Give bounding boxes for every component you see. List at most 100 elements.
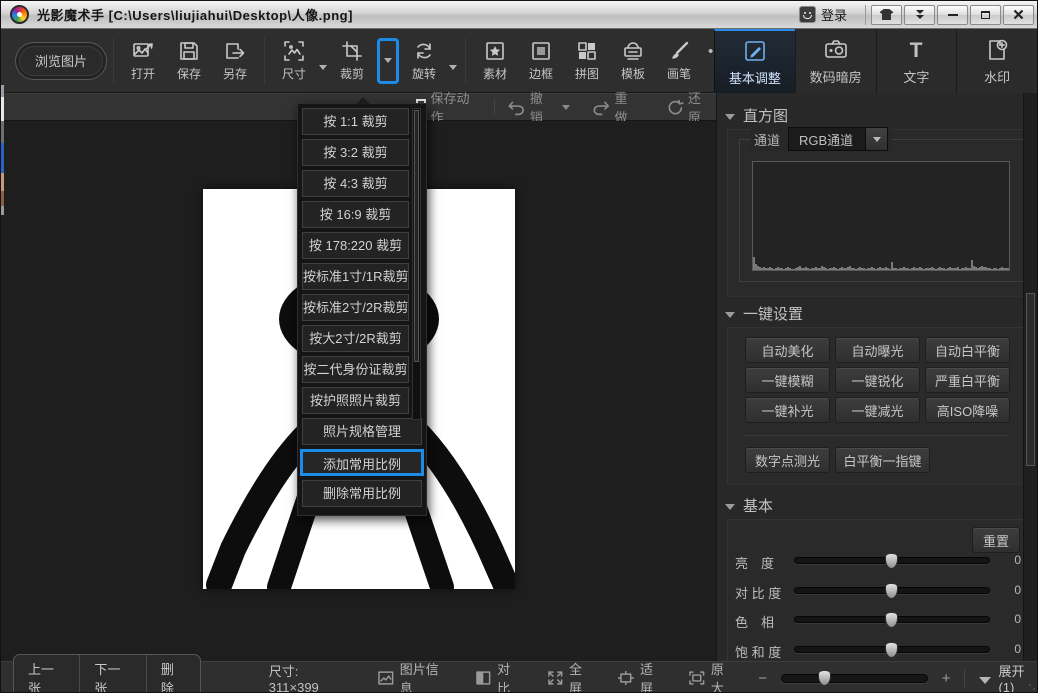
image-info-button[interactable]: 图片信息 — [378, 659, 450, 693]
crop-dropdown-highlight[interactable] — [377, 38, 399, 84]
resize-icon — [283, 40, 305, 62]
material-label: 素材 — [483, 65, 507, 82]
slider-thumb[interactable] — [885, 642, 898, 658]
severe-whitebalance-button[interactable]: 严重白平衡 — [925, 367, 1010, 393]
slider-thumb[interactable] — [885, 583, 898, 599]
open-button[interactable]: 打开 — [120, 35, 166, 87]
previous-button[interactable]: 上一张 — [14, 655, 79, 693]
channel-select[interactable]: RGB通道 — [788, 127, 866, 151]
menu-item-crop-178-220[interactable]: 按 178:220 裁剪 — [302, 232, 409, 259]
menu-item-crop-large2inch[interactable]: 按大2寸/2R裁剪 — [302, 325, 409, 352]
section-collapse-icon — [725, 114, 735, 120]
original-size-button[interactable]: 原大 — [689, 659, 736, 693]
zoom-in-button[interactable]: + — [942, 670, 951, 687]
compare-button[interactable]: 对比 — [476, 659, 522, 693]
menu-item-crop-1-1[interactable]: 按 1:1 裁剪 — [302, 108, 409, 135]
auto-whitebalance-button[interactable]: 自动白平衡 — [925, 337, 1010, 363]
panel-scrollbar[interactable] — [1023, 93, 1037, 661]
watermark-icon — [984, 37, 1010, 63]
save-as-label: 另存 — [223, 65, 247, 82]
zoom-out-button[interactable]: − — [758, 670, 767, 687]
panel-scrollbar-thumb[interactable] — [1026, 293, 1035, 466]
login-button[interactable]: 登录 — [799, 5, 847, 24]
menu-scrollbar[interactable] — [412, 108, 421, 420]
delete-button[interactable]: 删除 — [146, 655, 200, 693]
menu-item-spec-manager[interactable]: 照片规格管理 — [302, 418, 422, 445]
tab-text[interactable]: T 文字 — [876, 29, 957, 93]
resize-button[interactable]: 尺寸 — [271, 35, 317, 87]
resize-grip[interactable] — [1028, 683, 1036, 691]
hue-slider[interactable] — [794, 616, 990, 623]
frame-button[interactable]: 边框 — [518, 35, 564, 87]
onekey-sharpen-button[interactable]: 一键锐化 — [835, 367, 920, 393]
menu-item-delete-common-ratio[interactable]: 删除常用比例 — [302, 480, 422, 507]
collage-button[interactable]: 拼图 — [564, 35, 610, 87]
browse-images-button[interactable]: 浏览图片 — [15, 42, 107, 80]
svg-text:T: T — [910, 39, 923, 62]
rotate-button[interactable]: 旋转 — [401, 35, 447, 87]
onekey-section-header[interactable]: 一键设置 — [725, 303, 803, 324]
auto-beautify-button[interactable]: 自动美化 — [745, 337, 830, 363]
basic-section-header[interactable]: 基本 — [725, 495, 773, 516]
material-button[interactable]: 素材 — [472, 35, 518, 87]
auto-exposure-button[interactable]: 自动曝光 — [835, 337, 920, 363]
onekey-blur-button[interactable]: 一键模糊 — [745, 367, 830, 393]
resize-dropdown-arrow[interactable] — [319, 65, 327, 70]
menu-item-crop-4-3[interactable]: 按 4:3 裁剪 — [302, 170, 409, 197]
brush-icon — [668, 40, 690, 62]
onekey-filllight-button[interactable]: 一键补光 — [745, 397, 830, 423]
fit-screen-button[interactable]: 适屏 — [618, 659, 665, 693]
histogram-section-header[interactable]: 直方图 — [725, 105, 788, 126]
compare-label: 对比 — [497, 659, 522, 693]
reset-button[interactable]: 重置 — [972, 527, 1020, 553]
brightness-slider[interactable] — [794, 557, 990, 564]
menu-item-crop-idcard[interactable]: 按二代身份证裁剪 — [302, 356, 409, 383]
saturation-slider[interactable] — [794, 646, 990, 653]
high-iso-denoise-button[interactable]: 高ISO降噪 — [925, 397, 1010, 423]
section-collapse-icon — [725, 312, 735, 318]
menu-item-crop-2inch[interactable]: 按标准2寸/2R裁剪 — [302, 294, 409, 321]
rotate-dropdown-arrow[interactable] — [449, 65, 457, 70]
digital-spot-metering-button[interactable]: 数字点测光 — [745, 447, 830, 473]
brush-button[interactable]: 画笔 — [656, 35, 702, 87]
skin-button[interactable] — [871, 5, 902, 25]
image-size-text: 尺寸: 311×399 — [269, 661, 350, 693]
fullscreen-label: 全屏 — [569, 659, 594, 693]
save-button[interactable]: 保存 — [166, 35, 212, 87]
histogram-groupbox: 通道 RGB通道 — [739, 139, 1031, 282]
whitebalance-onetouch-button[interactable]: 白平衡一指键 — [835, 447, 930, 473]
menu-item-add-common-ratio[interactable]: 添加常用比例 — [300, 449, 424, 476]
save-as-icon — [224, 40, 246, 62]
maximize-button[interactable] — [970, 5, 1001, 25]
menu-item-crop-3-2[interactable]: 按 3:2 裁剪 — [302, 139, 409, 166]
section-collapse-icon — [725, 504, 735, 510]
brightness-slider-row: 亮 度 0 — [735, 552, 1027, 570]
hidden-thumbnail-strip — [1, 85, 4, 215]
next-button[interactable]: 下一张 — [79, 655, 145, 693]
crop-label: 裁剪 — [340, 65, 364, 82]
template-button[interactable]: 模板 — [610, 35, 656, 87]
crop-ratio-menu: 按 1:1 裁剪 按 3:2 裁剪 按 4:3 裁剪 按 16:9 裁剪 按 1… — [297, 103, 427, 516]
zoom-slider[interactable] — [781, 674, 928, 683]
login-label: 登录 — [821, 5, 847, 24]
onekey-dimlight-button[interactable]: 一键减光 — [835, 397, 920, 423]
menu-item-crop-16-9[interactable]: 按 16:9 裁剪 — [302, 201, 409, 228]
undo-dropdown-arrow[interactable] — [562, 105, 570, 110]
slider-thumb[interactable] — [885, 553, 898, 569]
tab-basic-adjust[interactable]: 基本调整 — [714, 29, 795, 93]
save-as-button[interactable]: 另存 — [212, 35, 258, 87]
fullscreen-button[interactable]: 全屏 — [548, 659, 594, 693]
menu-item-crop-1inch[interactable]: 按标准1寸/1R裁剪 — [302, 263, 409, 290]
crop-button[interactable]: 裁剪 — [329, 35, 375, 87]
zoom-slider-thumb[interactable] — [818, 670, 831, 686]
collapse-button[interactable] — [904, 5, 935, 25]
channel-select-arrow[interactable] — [866, 127, 888, 151]
tab-darkroom[interactable]: 数码暗房 — [795, 29, 876, 93]
minimize-button[interactable] — [937, 5, 968, 25]
tab-watermark[interactable]: 水印 — [956, 29, 1037, 93]
menu-scrollbar-thumb[interactable] — [414, 110, 419, 362]
contrast-slider[interactable] — [794, 587, 990, 594]
slider-thumb[interactable] — [885, 612, 898, 628]
menu-item-crop-passport[interactable]: 按护照照片裁剪 — [302, 387, 409, 414]
close-button[interactable] — [1003, 5, 1034, 25]
